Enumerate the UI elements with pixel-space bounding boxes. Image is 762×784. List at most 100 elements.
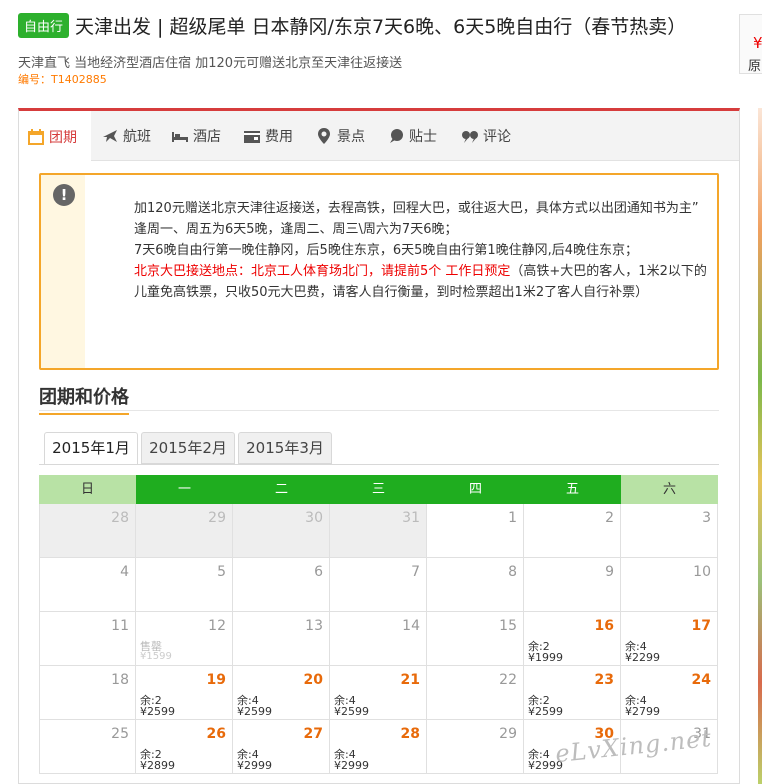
bed-icon — [172, 132, 188, 142]
day-price: ¥2599 — [528, 705, 563, 718]
day-number: 18 — [111, 672, 129, 688]
calendar-day-available[interactable]: 20 余:4 ¥2599 — [233, 666, 330, 720]
calendar-day-available[interactable]: 17 余:4 ¥2299 — [621, 612, 718, 666]
day-number: 28 — [400, 726, 420, 742]
calendar-day-available[interactable]: 23 余:2 ¥2599 — [524, 666, 621, 720]
day-number: 8 — [508, 564, 517, 580]
calendar-day: 29 — [136, 504, 233, 558]
tab-sights[interactable]: 景点 — [315, 111, 365, 161]
calendar-day: 15 — [427, 612, 524, 666]
day-number: 1 — [508, 510, 517, 526]
price-calendar: 日 一 二 三 四 五 六 28 29 30 31 1 2 3 4 5 6 7 8 9 10 11 12 售罄 ¥… — [39, 475, 719, 774]
price-symbol: ¥ — [753, 34, 762, 52]
calendar-day-available[interactable]: 21 余:4 ¥2599 — [330, 666, 427, 720]
day-number: 5 — [217, 564, 226, 580]
pickup-location-text: 北京大巴接送地点：北京工人体育场北门，请提前5个 工作日预定 — [134, 264, 511, 279]
plane-icon — [103, 130, 117, 142]
calendar-day: 12 售罄 ¥1599 — [136, 612, 233, 666]
calendar-header: 日 一 二 三 四 五 六 — [39, 475, 719, 504]
page-title: 天津出发 | 超级尾单 日本静冈/东京7天6晚、6天5晚自由行（春节热卖） — [75, 16, 687, 38]
pin-icon — [318, 128, 330, 144]
weekday-sun: 日 — [39, 475, 136, 504]
notice-line: 加120元赠送北京天津往返接送，去程高铁，回程大巴，或往返大巴，具体方式以出团通… — [134, 201, 699, 216]
wallet-icon — [244, 131, 260, 143]
calendar-day: 6 — [233, 558, 330, 612]
calendar-day: 18 — [39, 666, 136, 720]
calendar-icon — [28, 128, 44, 145]
calendar-day: 25 — [39, 720, 136, 774]
calendar-day: 13 — [233, 612, 330, 666]
notice-line: 北京大巴接送地点：北京工人体育场北门，请提前5个 工作日预定（高铁+大巴的客人，… — [134, 261, 708, 303]
calendar-day-available[interactable]: 27 余:4 ¥2999 — [233, 720, 330, 774]
calendar-day: 28 — [39, 504, 136, 558]
month-tab-mar[interactable]: 2015年3月 — [238, 432, 332, 464]
tab-tips[interactable]: 贴士 — [387, 111, 437, 161]
calendar-day: 22 — [427, 666, 524, 720]
tab-schedule[interactable]: 团期 — [19, 111, 91, 162]
day-number: 2 — [605, 510, 614, 526]
day-number: 10 — [693, 564, 711, 580]
calendar-row: 11 12 售罄 ¥1599 13 14 15 16 余:2 ¥1999 17 余:4 ¥2299 — [39, 612, 719, 666]
day-number: 29 — [499, 726, 517, 742]
calendar-day: 4 — [39, 558, 136, 612]
calendar-day: 2 — [524, 504, 621, 558]
day-price: ¥2599 — [237, 705, 272, 718]
notice-line: 7天6晚自由行第一晚住静冈，后5晚住东京，6天5晚自由行第1晚住静冈,后4晚住东… — [134, 243, 639, 258]
weekday-tue: 二 — [233, 475, 330, 504]
tab-label: 酒店 — [193, 129, 221, 145]
page-subtitle: 天津直飞 当地经济型酒店住宿 加120元可赠送北京至天津往返接送 — [18, 56, 403, 71]
day-price: ¥2799 — [625, 705, 660, 718]
day-number: 17 — [691, 618, 711, 634]
month-tab-jan[interactable]: 2015年1月 — [44, 432, 138, 465]
day-number: 26 — [206, 726, 226, 742]
tab-label: 景点 — [337, 129, 365, 145]
day-number: 16 — [594, 618, 614, 634]
day-number: 28 — [111, 510, 129, 526]
tab-label: 评论 — [483, 129, 511, 145]
tab-label: 航班 — [123, 129, 151, 145]
day-number: 11 — [111, 618, 129, 634]
day-price: ¥1999 — [528, 651, 563, 664]
calendar-day-available[interactable]: 28 余:4 ¥2999 — [330, 720, 427, 774]
day-number: 29 — [208, 510, 226, 526]
category-tag: 自由行 — [18, 13, 70, 38]
calendar-day: 8 — [427, 558, 524, 612]
product-code: 编号：T1402885 — [18, 73, 107, 86]
day-number: 15 — [499, 618, 517, 634]
day-number: 7 — [411, 564, 420, 580]
weekday-fri: 五 — [524, 475, 621, 504]
day-number: 4 — [120, 564, 129, 580]
day-number: 12 — [208, 618, 226, 634]
calendar-day-available[interactable]: 26 余:2 ¥2899 — [136, 720, 233, 774]
notice-line: 逢周一、周五为6天5晚，逢周二、周三\周六为7天6晚； — [134, 222, 458, 237]
exclamation-icon: ! — [53, 184, 75, 206]
calendar-day: 14 — [330, 612, 427, 666]
quote-icon — [462, 131, 478, 143]
chat-icon — [390, 129, 403, 143]
tab-flight[interactable]: 航班 — [101, 111, 151, 161]
section-divider — [39, 410, 719, 411]
calendar-day-available[interactable]: 16 余:2 ¥1999 — [524, 612, 621, 666]
detail-tabs: 团期 航班 酒店 费用 景点 贴士 评论 — [19, 111, 739, 162]
calendar-row: 28 29 30 31 1 2 3 — [39, 504, 719, 558]
tab-label: 费用 — [265, 129, 293, 145]
calendar-day: 1 — [427, 504, 524, 558]
calendar-day-available[interactable]: 19 余:2 ¥2599 — [136, 666, 233, 720]
calendar-day-available[interactable]: 24 余:4 ¥2799 — [621, 666, 718, 720]
tab-hotel[interactable]: 酒店 — [171, 111, 221, 161]
tab-label: 团期 — [49, 129, 77, 146]
tab-fees[interactable]: 费用 — [243, 111, 293, 161]
day-price: ¥2899 — [140, 759, 175, 772]
notice-text: 加120元赠送北京天津往返接送，去程高铁，回程大巴，或往返大巴，具体方式以出团通… — [134, 198, 708, 303]
sold-out-price: ¥1599 — [140, 651, 172, 662]
calendar-row: 18 19 余:2 ¥2599 20 余:4 ¥2599 21 余:4 ¥2599 22 23 余:2 ¥… — [39, 666, 719, 720]
calendar-day: 10 — [621, 558, 718, 612]
tab-reviews[interactable]: 评论 — [461, 111, 511, 161]
day-price: ¥2999 — [334, 759, 369, 772]
day-number: 24 — [691, 672, 711, 688]
calendar-day: 31 — [330, 504, 427, 558]
weekday-thu: 四 — [427, 475, 524, 504]
calendar-day: 5 — [136, 558, 233, 612]
month-tab-feb[interactable]: 2015年2月 — [141, 432, 235, 464]
calendar-day: 9 — [524, 558, 621, 612]
